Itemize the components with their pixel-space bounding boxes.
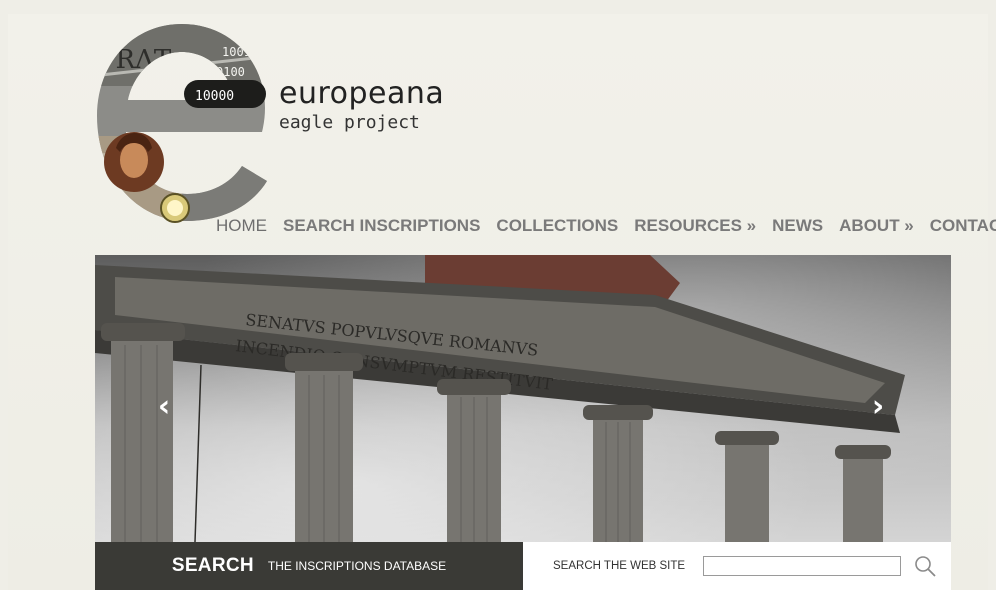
slider-prev-button[interactable]: ‹ <box>153 392 175 422</box>
europeana-eagle-logo-icon[interactable]: PRΛT LAIAM 1001 0100 10101 10000 <box>92 16 272 228</box>
chevron-right-icon: › <box>871 389 885 424</box>
nav-item-resources[interactable]: RESOURCES » <box>634 216 756 236</box>
slider-next-button[interactable]: › <box>867 392 889 422</box>
logo-title: europeana <box>279 76 445 111</box>
search-icon <box>915 556 936 577</box>
nav-item-home[interactable]: HOME <box>216 216 267 236</box>
svg-text:10000: 10000 <box>195 89 234 104</box>
nav-item-news[interactable]: NEWS <box>772 216 823 236</box>
site-search-label: SEARCH THE WEB SITE <box>553 560 686 572</box>
temple-photo: SENATVS POPVLVSQVE ROMANVS INCENDIO CONS… <box>95 255 905 542</box>
svg-text:0100: 0100 <box>216 65 245 79</box>
logo-text[interactable]: europeana eagle project <box>279 78 444 134</box>
svg-text:PRΛT: PRΛT <box>98 45 172 75</box>
nav-item-collections[interactable]: COLLECTIONS <box>496 216 618 236</box>
nav-item-contacts[interactable]: CONTACTS <box>930 216 996 236</box>
nav-item-search-inscriptions[interactable]: SEARCH INSCRIPTIONS <box>283 216 480 236</box>
search-database-subtitle: THE INSCRIPTIONS DATABASE <box>267 559 447 573</box>
nav-item-about[interactable]: ABOUT » <box>839 216 914 236</box>
chevron-left-icon: ‹ <box>157 389 171 424</box>
search-button[interactable] <box>913 554 937 578</box>
search-database-banner[interactable]: SEARCH THE INSCRIPTIONS DATABASE <box>95 542 523 590</box>
svg-text:1001: 1001 <box>222 45 251 59</box>
hero-slider[interactable]: SENATVS POPVLVSQVE ROMANVS INCENDIO CONS… <box>95 255 951 542</box>
search-database-title: SEARCH <box>171 555 254 576</box>
site-search-input[interactable] <box>703 556 902 576</box>
logo-subtitle: eagle project <box>279 112 420 133</box>
site-search-bar: SEARCH THE WEB SITE <box>523 542 951 590</box>
main-navigation: HOME SEARCH INSCRIPTIONS COLLECTIONS RES… <box>216 213 996 239</box>
